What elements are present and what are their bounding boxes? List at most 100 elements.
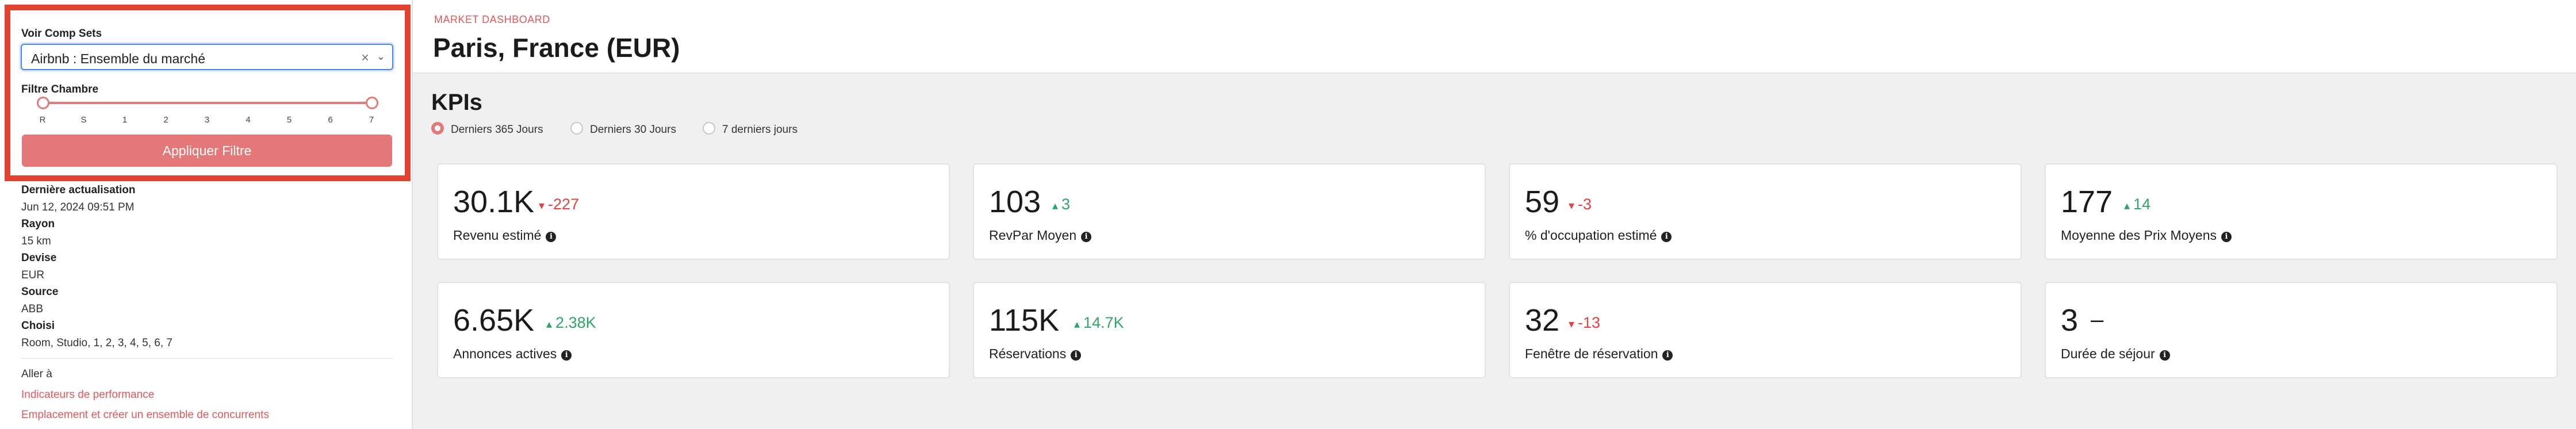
link-performance-indicators[interactable]: Indicateurs de performance xyxy=(21,389,154,401)
currency-value: EUR xyxy=(21,269,45,281)
period-7-label[interactable]: 7 derniers jours xyxy=(722,124,798,136)
info-icon[interactable]: i xyxy=(546,232,557,242)
comp-sets-value: Airbnb : Ensemble du marché xyxy=(31,51,205,66)
kpi-delta-up: ▴ 14 xyxy=(2124,196,2150,213)
kpi-value: 177 xyxy=(2061,185,2113,219)
radio-period-30[interactable] xyxy=(570,122,583,135)
chosen-label: Choisi xyxy=(21,320,55,332)
arrow-up-icon: ▴ xyxy=(546,318,553,331)
kpi-value: 59 xyxy=(1525,185,1560,219)
info-icon[interactable]: i xyxy=(2221,232,2232,242)
kpi-value: 30.1K xyxy=(453,185,535,219)
radius-label: Rayon xyxy=(21,218,55,230)
kpi-card: 30.1K ▾ -227 Revenu estimé i xyxy=(437,163,950,260)
kpi-label-text: Réservations xyxy=(989,346,1067,361)
kpi-delta-value: -13 xyxy=(1578,314,1601,331)
kpi-label: RevPar Moyen i xyxy=(989,228,1092,243)
slider-tick-label: 2 xyxy=(163,115,168,125)
kpi-label: Annonces actives i xyxy=(453,346,572,362)
slider-tick-label: R xyxy=(39,115,46,125)
kpi-card: 59 ▾ -3 % d'occupation estimé i xyxy=(1509,163,2022,260)
kpi-value: 6.65K xyxy=(453,303,535,338)
period-30-label[interactable]: Derniers 30 Jours xyxy=(590,124,676,136)
source-value: ABB xyxy=(21,303,44,315)
info-icon[interactable]: i xyxy=(1662,350,1673,361)
info-icon[interactable]: i xyxy=(2159,350,2170,361)
clear-icon[interactable]: × xyxy=(361,50,369,66)
slider-tick-label: 5 xyxy=(286,115,292,125)
radio-period-7[interactable] xyxy=(703,122,715,135)
slider-tick-label: 7 xyxy=(369,115,374,125)
slider-max-handle[interactable] xyxy=(366,97,378,109)
kpi-delta-value: -227 xyxy=(548,196,580,213)
kpi-card: 103 ▴ 3 RevPar Moyen i xyxy=(973,163,1486,260)
slider-tick-label: 1 xyxy=(122,115,128,125)
currency-label: Devise xyxy=(21,252,57,264)
kpi-delta-down: ▾ -227 xyxy=(539,196,579,213)
last-update-value: Jun 12, 2024 09:51 PM xyxy=(21,201,135,213)
sidebar: Voir Comp Sets Airbnb : Ensemble du marc… xyxy=(0,0,413,429)
kpi-value: 3 xyxy=(2061,303,2079,338)
slider-tick-label: 4 xyxy=(246,115,251,125)
kpi-delta-value: 3 xyxy=(1061,196,1071,213)
kpi-label-text: Fenêtre de réservation xyxy=(1525,346,1658,361)
info-icon[interactable]: i xyxy=(1661,232,1672,242)
kpi-label-text: Durée de séjour xyxy=(2061,346,2155,361)
info-icon[interactable]: i xyxy=(1071,350,1082,361)
kpi-section-title: KPIs xyxy=(431,90,482,115)
room-range-slider[interactable] xyxy=(43,102,371,104)
kpi-label: Fenêtre de réservation i xyxy=(1525,346,1673,362)
kpi-delta-value: 14 xyxy=(2133,196,2151,213)
sidebar-divider xyxy=(21,358,393,359)
apply-filter-button[interactable]: Appliquer Filtre xyxy=(22,135,392,167)
kpi-label-text: % d'occupation estimé xyxy=(1525,228,1657,243)
kpi-delta-up: ▴ 14.7K xyxy=(1074,314,1124,332)
arrow-down-icon: ▾ xyxy=(1569,318,1575,331)
page-header: MARKET DASHBOARD Paris, France (EUR) xyxy=(413,0,2576,74)
slider-tick-label: 3 xyxy=(204,115,210,125)
kpi-card: 3– Durée de séjour i xyxy=(2045,282,2558,378)
arrow-up-icon: ▴ xyxy=(2124,200,2130,212)
breadcrumb[interactable]: MARKET DASHBOARD xyxy=(434,14,550,26)
last-update-label: Dernière actualisation xyxy=(21,184,136,196)
kpi-delta-value: – xyxy=(2091,307,2104,332)
kpi-delta-value: 14.7K xyxy=(1083,314,1124,331)
period-365-label[interactable]: Derniers 365 Jours xyxy=(451,124,543,136)
info-icon[interactable]: i xyxy=(561,350,572,361)
page-title: Paris, France (EUR) xyxy=(433,33,680,63)
kpi-label: Moyenne des Prix Moyens i xyxy=(2061,228,2232,243)
kpi-delta-down: ▾ -13 xyxy=(1569,314,1600,332)
kpi-value: 103 xyxy=(989,185,1041,219)
kpi-label: Réservations i xyxy=(989,346,1082,362)
radius-value: 15 km xyxy=(21,235,51,247)
source-label: Source xyxy=(21,286,59,298)
kpi-label-text: Annonces actives xyxy=(453,346,557,361)
radio-period-365[interactable] xyxy=(431,122,444,135)
kpi-delta-down: ▾ -3 xyxy=(1569,196,1592,213)
room-filter-label: Filtre Chambre xyxy=(21,83,99,95)
link-location-compset[interactable]: Emplacement et créer un ensemble de conc… xyxy=(21,409,269,422)
info-icon[interactable]: i xyxy=(1081,232,1092,242)
slider-tick-label: 6 xyxy=(328,115,333,125)
chevron-down-icon[interactable]: ⌄ xyxy=(377,51,385,63)
kpi-card: 177 ▴ 14 Moyenne des Prix Moyens i xyxy=(2045,163,2558,260)
slider-tick-label: S xyxy=(80,115,87,125)
comp-sets-select[interactable]: Airbnb : Ensemble du marché × ⌄ xyxy=(21,44,393,70)
kpi-label-text: Revenu estimé xyxy=(453,228,542,243)
kpi-label: % d'occupation estimé i xyxy=(1525,228,1672,243)
kpi-card: 115K ▴ 14.7K Réservations i xyxy=(973,282,1486,378)
kpi-label-text: RevPar Moyen xyxy=(989,228,1077,243)
kpi-delta: – xyxy=(2087,307,2103,333)
comp-sets-label: Voir Comp Sets xyxy=(21,28,102,40)
kpi-value: 115K xyxy=(989,303,1060,338)
chosen-value: Room, Studio, 1, 2, 3, 4, 5, 6, 7 xyxy=(21,337,172,349)
arrow-down-icon: ▾ xyxy=(1569,200,1575,212)
arrow-up-icon: ▴ xyxy=(1074,318,1080,331)
kpi-card: 6.65K ▴ 2.38K Annonces actives i xyxy=(437,282,950,378)
kpi-delta-value: -3 xyxy=(1578,196,1592,213)
kpi-label: Revenu estimé i xyxy=(453,228,557,243)
kpi-delta-value: 2.38K xyxy=(555,314,596,331)
slider-min-handle[interactable] xyxy=(37,97,49,109)
kpi-card: 32 ▾ -13 Fenêtre de réservation i xyxy=(1509,282,2022,378)
kpi-delta-up: ▴ 2.38K xyxy=(546,314,596,332)
